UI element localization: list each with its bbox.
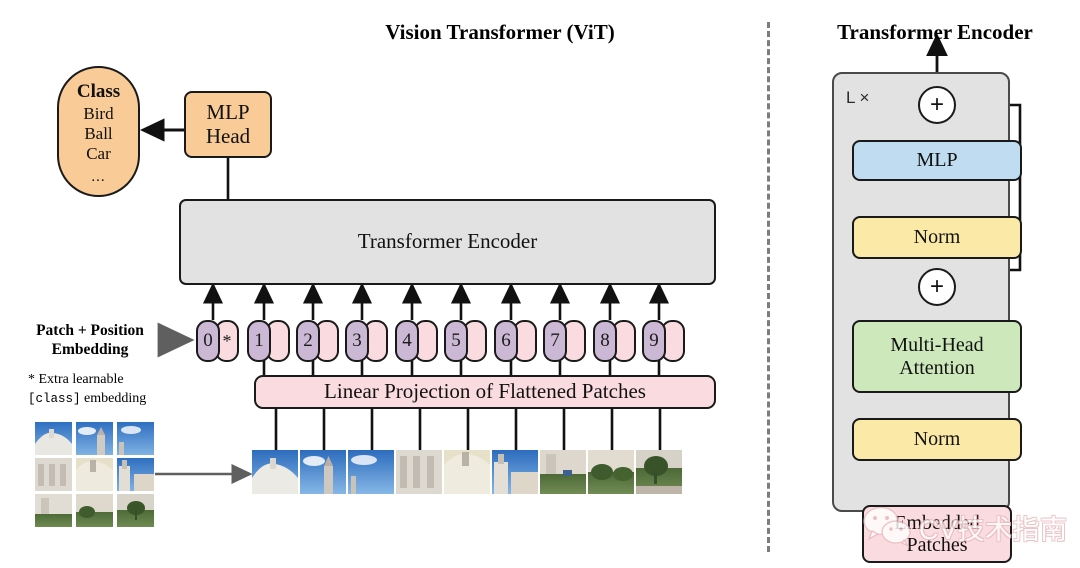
extra-note-line1: * Extra learnable [28,372,124,387]
norm-lower-label: Norm [913,428,961,451]
panel-divider [767,22,770,552]
embedded-patches-block: Embedded Patches [862,505,1012,563]
class-token-mono: [class] [28,391,81,406]
multi-head-attention-block: Multi-Head Attention [852,320,1022,393]
vit-architecture-diagram: Vision Transformer (ViT) Class Bird Ball… [0,0,1080,568]
class-item-bird: Bird [83,103,114,123]
norm-upper-block: Norm [852,216,1022,259]
source-image-grid [35,422,155,527]
class-item-ball: Ball [84,123,113,143]
token-4-number: 4 [395,320,419,362]
token-1: 1 [247,320,291,362]
token-1-number: 1 [247,320,271,362]
pp-label-line2: Embedding [51,340,129,358]
transformer-encoder-box: Transformer Encoder [179,199,716,285]
norm-upper-label: Norm [913,226,961,249]
residual-add-top: + [918,86,956,124]
token-7: 7 [543,320,587,362]
token-7-number: 7 [543,320,567,362]
class-box-title: Class [76,81,121,103]
pp-label-line1: Patch + Position [36,322,144,339]
mlp-head-label-line2: Head [205,123,251,148]
class-ellipsis: ... [91,168,106,185]
class-item-car: Car [86,143,111,163]
mlp-block: MLP [852,140,1022,181]
token-3-number: 3 [345,320,369,362]
token-9-number: 9 [642,320,666,362]
extra-learnable-note: * Extra learnable [class] embedding [28,371,198,409]
embedded-patches-line2: Patches [906,534,968,556]
token-0-number: 0 [196,320,220,362]
extra-note-line2-rest: embedding [80,390,147,406]
norm-lower-block: Norm [852,418,1022,461]
extra-note-line2: [class] embedding [28,390,198,409]
source-image-svg [35,422,154,527]
token-0: 0 * [196,320,240,362]
token-6-number: 6 [494,320,518,362]
linear-projection-label: Linear Projection of Flattened Patches [324,379,646,404]
right-panel-title: Transformer Encoder [837,20,1033,44]
token-8-number: 8 [593,320,617,362]
token-5-number: 5 [444,320,468,362]
flattened-patch-sequence [252,450,686,500]
token-4: 4 [395,320,439,362]
token-5: 5 [444,320,488,362]
patch-position-embedding-label: Patch + Position Embedding [20,322,160,359]
mha-label-line1: Multi-Head [890,334,984,357]
token-3: 3 [345,320,389,362]
transformer-encoder-label: Transformer Encoder [357,229,538,254]
flattened-patches-svg [252,450,682,494]
mlp-block-label: MLP [916,149,958,172]
token-8: 8 [593,320,637,362]
mha-label-line2: Attention [899,356,975,379]
token-9: 9 [642,320,686,362]
embedded-patches-line1: Embedded [894,511,980,534]
mlp-head-box: MLP Head [184,91,272,158]
mlp-head-label-line1: MLP [206,99,250,124]
class-output-box: Class Bird Ball Car ... [57,66,140,197]
token-2-number: 2 [296,320,320,362]
token-2: 2 [296,320,340,362]
left-panel-title: Vision Transformer (ViT) [385,20,615,44]
residual-add-bottom: + [918,268,956,306]
token-6: 6 [494,320,538,362]
repeat-count-label: L × [846,88,870,107]
linear-projection-box: Linear Projection of Flattened Patches [254,375,716,409]
